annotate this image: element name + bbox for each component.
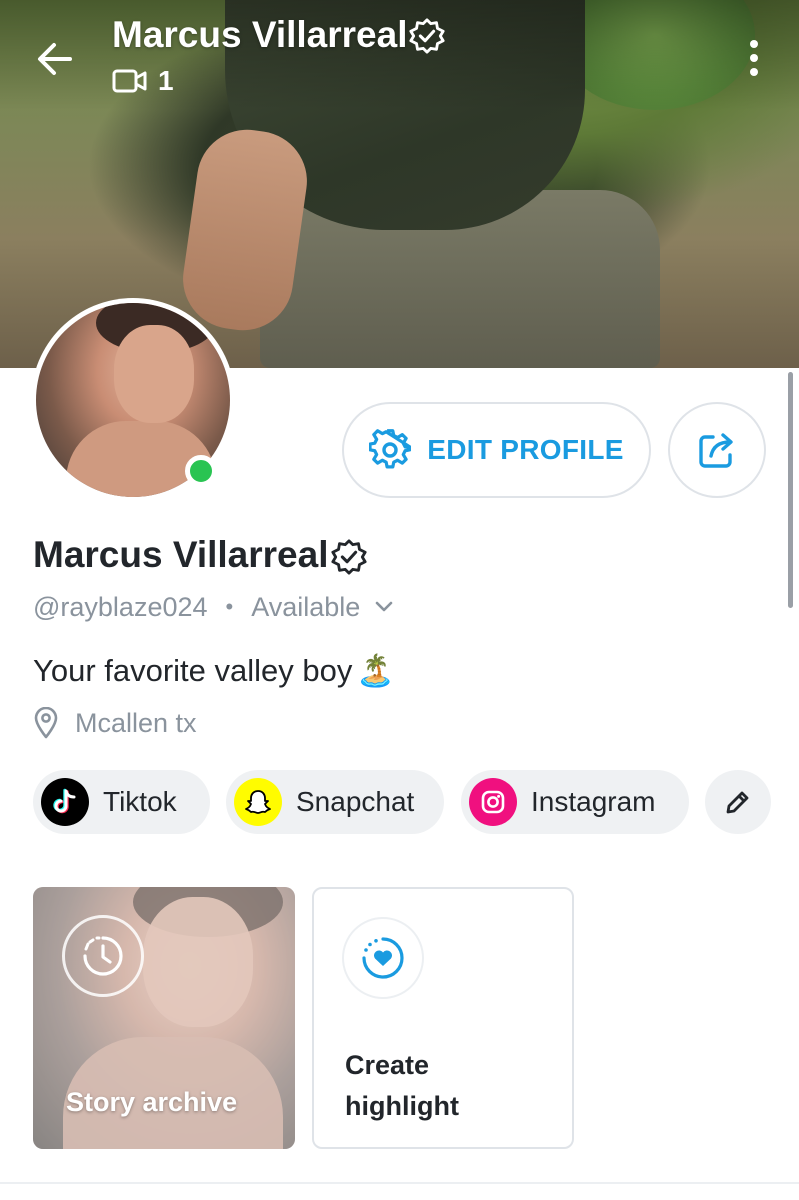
island-emoji: 🏝️ — [356, 653, 395, 688]
instagram-icon — [469, 778, 517, 826]
create-highlight-card[interactable]: Create highlight — [312, 887, 574, 1149]
share-profile-button[interactable] — [668, 402, 766, 498]
media-count-row: 1 — [112, 64, 174, 98]
profile-location: Mcallen tx — [33, 706, 197, 740]
snapchat-icon — [234, 778, 282, 826]
social-chip-label: Instagram — [531, 786, 656, 817]
handle-status-row: @rayblaze024 • Available — [33, 590, 394, 624]
location-pin-icon — [34, 707, 58, 739]
social-chip-snapchat[interactable]: Snapchat — [226, 770, 444, 834]
arrow-left-icon — [38, 43, 72, 75]
share-icon — [699, 433, 733, 468]
social-chip-instagram[interactable]: Instagram — [461, 770, 689, 834]
profile-handle: @rayblaze024 — [33, 591, 208, 622]
story-archive-label: Story archive — [66, 1087, 238, 1117]
media-count: 1 — [158, 65, 174, 96]
online-status-dot — [185, 455, 217, 487]
gear-icon — [369, 429, 412, 469]
pencil-icon — [726, 791, 749, 814]
tiktok-icon — [41, 778, 89, 826]
back-button[interactable] — [30, 34, 80, 84]
edit-socials-button[interactable] — [705, 770, 771, 834]
top-bar: Marcus Villarreal 1 — [0, 0, 799, 110]
section-divider — [0, 1182, 799, 1184]
more-vertical-icon — [750, 40, 758, 76]
edit-profile-label: EDIT PROFILE — [427, 434, 624, 465]
location-text: Mcallen tx — [75, 707, 197, 738]
story-archive-card[interactable]: Story archive — [33, 887, 295, 1149]
scrollbar[interactable] — [788, 372, 793, 608]
social-chip-label: Tiktok — [103, 786, 177, 817]
profile-bio: Your favorite valley boy 🏝️ — [33, 652, 395, 689]
edit-profile-button[interactable]: EDIT PROFILE — [342, 402, 651, 498]
separator-dot: • — [225, 594, 234, 619]
create-highlight-label: Create highlight — [345, 1050, 459, 1121]
avatar-photo-face — [114, 325, 194, 423]
highlight-heart-icon — [342, 917, 424, 999]
profile-name: Marcus Villarreal — [33, 534, 329, 575]
social-chip-label: Snapchat — [296, 786, 415, 817]
verified-badge-icon — [331, 539, 367, 575]
more-options-button[interactable] — [740, 36, 768, 80]
social-chip-tiktok[interactable]: Tiktok — [33, 770, 210, 834]
clock-history-icon — [62, 915, 144, 997]
bio-text: Your favorite valley boy — [33, 652, 353, 688]
chevron-down-icon[interactable] — [374, 600, 394, 614]
page-title: Marcus Villarreal — [112, 14, 408, 55]
availability-status[interactable]: Available — [251, 592, 360, 623]
verified-badge-icon — [409, 18, 445, 54]
video-camera-icon — [112, 69, 147, 93]
